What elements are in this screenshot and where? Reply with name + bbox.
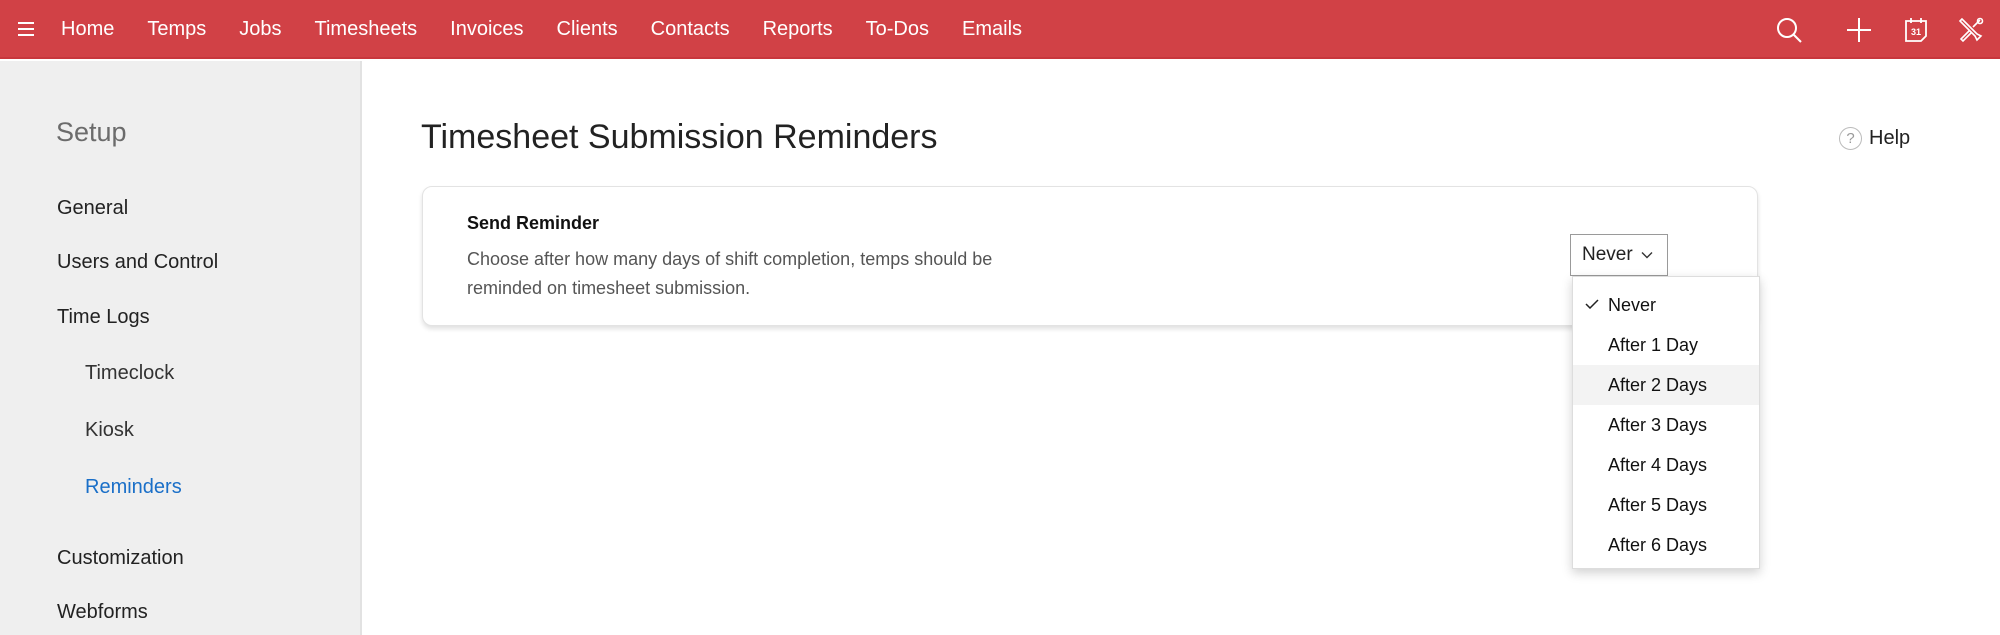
sidebar-item-general[interactable]: General	[57, 197, 128, 220]
card-title: Send Reminder	[467, 213, 600, 233]
tools-icon[interactable]	[1957, 16, 1985, 44]
sidebar-item-users-and-control[interactable]: Users and Control	[57, 251, 218, 274]
chevron-down-icon	[1641, 252, 1653, 259]
page-title: Timesheet Submission Reminders	[421, 118, 938, 156]
nav-clients[interactable]: Clients	[557, 18, 618, 41]
nav-jobs[interactable]: Jobs	[239, 18, 281, 41]
dropdown-option-after-6-days[interactable]: After 6 Days	[1573, 525, 1759, 565]
nav-temps[interactable]: Temps	[147, 18, 206, 41]
help-link[interactable]: ? Help	[1839, 127, 1910, 150]
search-icon[interactable]	[1775, 16, 1803, 44]
reminder-dropdown-menu: Never After 1 Day After 2 Days After 3 D…	[1572, 276, 1760, 569]
dropdown-option-after-2-days[interactable]: After 2 Days	[1573, 365, 1759, 405]
help-circle-icon: ?	[1839, 127, 1862, 150]
dropdown-option-label: After 2 Days	[1608, 374, 1708, 395]
calendar-icon[interactable]: 31	[1902, 16, 1930, 44]
nav-reports[interactable]: Reports	[763, 18, 833, 41]
sidebar-title: Setup	[56, 117, 127, 147]
sidebar-item-kiosk[interactable]: Kiosk	[85, 419, 134, 442]
send-reminder-card: Send Reminder Choose after how many days…	[422, 186, 1758, 326]
help-label: Help	[1869, 127, 1911, 149]
hamburger-icon[interactable]	[18, 22, 34, 36]
checkmark-icon	[1585, 299, 1599, 309]
plus-icon[interactable]	[1845, 16, 1873, 44]
card-description: Choose after how many days of shift comp…	[467, 249, 993, 298]
dropdown-option-after-5-days[interactable]: After 5 Days	[1573, 485, 1759, 525]
sidebar-item-reminders[interactable]: Reminders	[85, 476, 182, 499]
dropdown-option-label: After 1 Day	[1608, 334, 1699, 355]
sidebar-item-timeclock[interactable]: Timeclock	[85, 362, 174, 385]
sidebar-item-webforms[interactable]: Webforms	[57, 601, 148, 624]
dropdown-option-label: After 4 Days	[1608, 454, 1708, 475]
nav-todos[interactable]: To-Dos	[866, 18, 929, 41]
dropdown-option-label: After 6 Days	[1608, 534, 1708, 555]
dropdown-option-after-3-days[interactable]: After 3 Days	[1573, 405, 1759, 445]
nav-contacts[interactable]: Contacts	[651, 18, 730, 41]
calendar-day-label: 31	[1911, 27, 1921, 37]
dropdown-option-after-1-day[interactable]: After 1 Day	[1573, 325, 1759, 365]
main-nav: Home Temps Jobs Timesheets Invoices Clie…	[61, 0, 1055, 59]
dropdown-option-never[interactable]: Never	[1573, 285, 1759, 325]
setup-sidebar: Setup General Users and Control Time Log…	[0, 61, 362, 635]
dropdown-option-after-4-days[interactable]: After 4 Days	[1573, 445, 1759, 485]
dropdown-option-label: After 5 Days	[1608, 494, 1708, 515]
dropdown-option-label: Never	[1608, 294, 1657, 315]
reminder-select-value: Never	[1582, 244, 1633, 265]
sidebar-item-customization[interactable]: Customization	[57, 547, 184, 570]
nav-invoices[interactable]: Invoices	[450, 18, 523, 41]
dropdown-option-label: After 3 Days	[1608, 414, 1708, 435]
nav-home[interactable]: Home	[61, 18, 114, 41]
nav-timesheets[interactable]: Timesheets	[315, 18, 418, 41]
reminder-select[interactable]: Never	[1570, 234, 1668, 276]
sidebar-item-time-logs[interactable]: Time Logs	[57, 306, 150, 329]
nav-emails[interactable]: Emails	[962, 18, 1022, 41]
top-navigation-bar: Home Temps Jobs Timesheets Invoices Clie…	[0, 0, 2000, 59]
